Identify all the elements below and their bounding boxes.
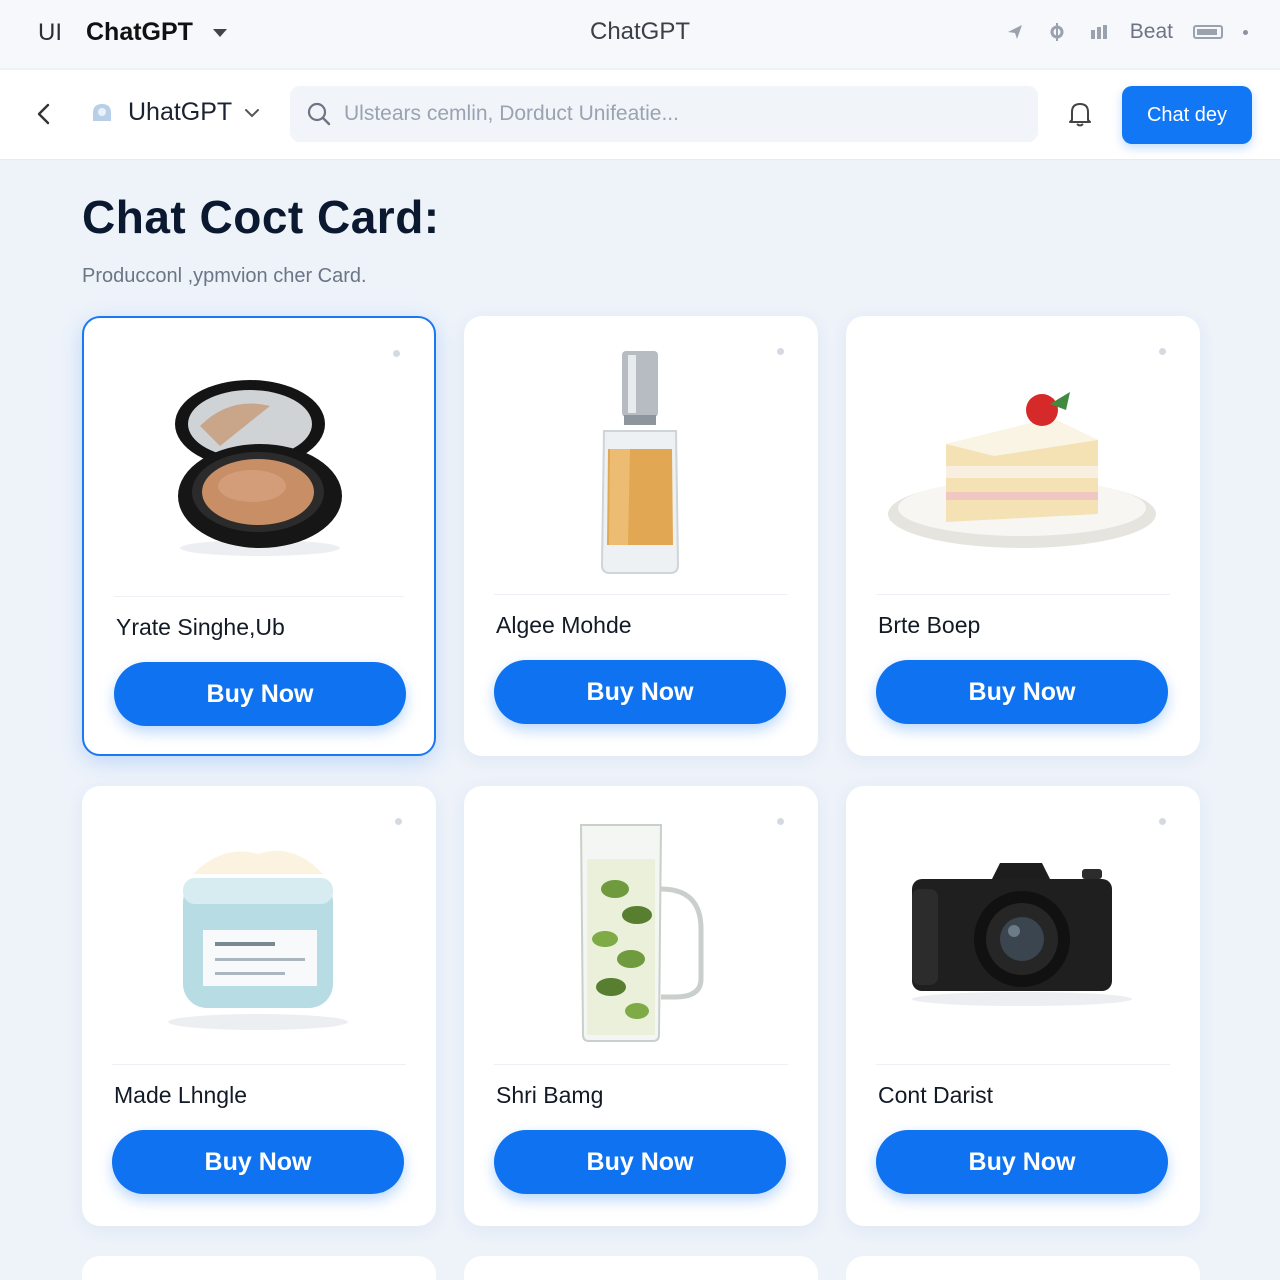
toolbar: UhatGPT Chat dey <box>0 70 1280 160</box>
divider <box>876 594 1170 595</box>
status-label: Beat <box>1129 20 1173 43</box>
divider <box>112 1064 406 1065</box>
chevron-down-icon[interactable] <box>212 28 227 37</box>
product-image <box>112 806 404 1062</box>
divider <box>114 596 404 597</box>
product-image <box>876 336 1168 592</box>
signal-icon <box>1088 21 1110 43</box>
more-dot-icon[interactable] <box>1243 29 1248 35</box>
buy-now-button[interactable]: Buy Now <box>114 662 406 726</box>
glass-pitcher-icon <box>579 824 704 1042</box>
app-name[interactable]: ChatGPT <box>86 18 193 47</box>
search-input[interactable] <box>344 102 1004 126</box>
location-icon[interactable] <box>1004 21 1026 43</box>
bell-icon <box>1069 103 1091 127</box>
brand-logo-icon <box>93 103 111 121</box>
divider <box>876 1064 1170 1065</box>
product-card[interactable]: Yrate Singhe,Ub Buy Now <box>82 316 436 756</box>
back-button[interactable] <box>30 100 58 128</box>
cake-slice-icon <box>888 392 1156 548</box>
product-name: Yrate Singhe,Ub <box>116 614 285 640</box>
buy-now-button[interactable]: Buy Now <box>494 660 786 724</box>
brand-name: UhatGPT <box>128 98 233 126</box>
product-image <box>494 336 786 592</box>
chat-button[interactable]: Chat dey <box>1122 86 1252 144</box>
product-card[interactable]: Brte Boep Buy Now <box>846 316 1200 756</box>
page-title: Chat Coct Card: <box>82 191 440 243</box>
buy-now-button[interactable]: Buy Now <box>494 1130 786 1194</box>
product-name: Brte Boep <box>878 612 981 638</box>
product-card-partial <box>82 1256 436 1280</box>
camera-icon <box>912 863 1132 1006</box>
divider <box>494 1064 788 1065</box>
product-name: Made Lhngle <box>114 1082 247 1108</box>
product-card-partial <box>846 1256 1200 1280</box>
buy-now-button[interactable]: Buy Now <box>112 1130 404 1194</box>
product-card[interactable]: Made Lhngle Buy Now <box>82 786 436 1226</box>
product-image <box>876 806 1168 1062</box>
search-bar[interactable] <box>290 86 1038 142</box>
chevron-left-icon <box>37 103 50 125</box>
product-card-partial <box>464 1256 818 1280</box>
product-card[interactable]: Cont Darist Buy Now <box>846 786 1200 1226</box>
brand-switcher[interactable]: UhatGPT <box>88 98 260 127</box>
buy-now-button[interactable]: Buy Now <box>876 1130 1168 1194</box>
product-image <box>114 338 406 594</box>
product-name: Shri Bamg <box>496 1082 604 1108</box>
chevron-down-icon <box>245 108 260 117</box>
cream-jar-icon <box>168 850 348 1030</box>
product-image <box>494 806 786 1062</box>
divider <box>494 594 788 595</box>
buy-now-button[interactable]: Buy Now <box>876 660 1168 724</box>
battery-icon <box>1193 25 1223 39</box>
page-subtitle: Producconl ,ypmvion cher Card. <box>82 265 367 287</box>
product-card[interactable]: Shri Bamg Buy Now <box>464 786 818 1226</box>
title-bar: UI ChatGPT ChatGPT Beat <box>0 0 1280 68</box>
settings-icon[interactable] <box>1046 21 1068 43</box>
notification-button[interactable] <box>1064 98 1096 130</box>
product-name: Cont Darist <box>878 1082 994 1108</box>
makeup-compact-icon <box>175 380 342 556</box>
product-card[interactable]: Algee Mohde Buy Now <box>464 316 818 756</box>
product-name: Algee Mohde <box>496 612 632 638</box>
perfume-bottle-icon <box>600 351 680 574</box>
search-icon <box>307 102 331 126</box>
ui-label: UI <box>38 18 62 46</box>
